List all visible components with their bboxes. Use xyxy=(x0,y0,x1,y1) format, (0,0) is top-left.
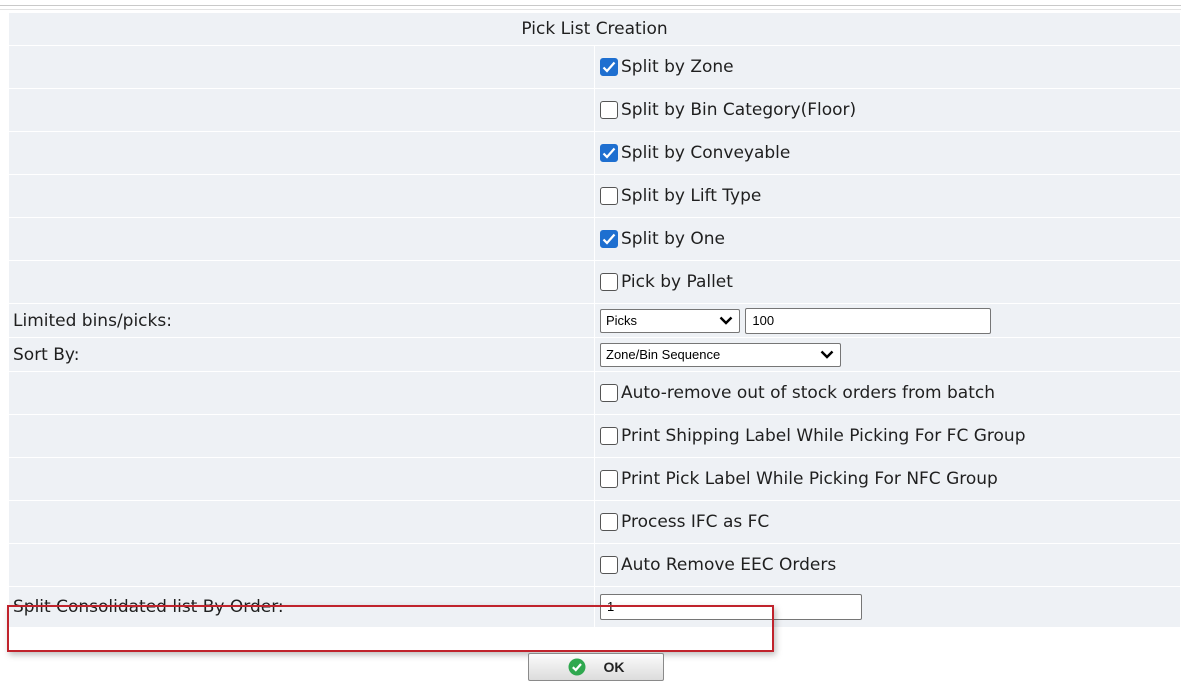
ok-button-label: OK xyxy=(603,659,625,675)
limited-type-select[interactable]: Picks xyxy=(600,308,740,333)
print-shipping-label-checkbox[interactable] xyxy=(600,427,618,445)
option-row: Process IFC as FC xyxy=(8,500,1181,544)
print-shipping-label-option[interactable]: Print Shipping Label While Picking For F… xyxy=(600,426,1180,446)
empty-label-cell xyxy=(8,371,595,415)
limited-label: Limited bins/picks: xyxy=(8,303,595,338)
auto-remove-out-of-stock-label: Auto-remove out of stock orders from bat… xyxy=(621,383,995,403)
split-by-one-option[interactable]: Split by One xyxy=(600,229,1180,249)
empty-label-cell xyxy=(8,457,595,501)
option-row: Split by Zone xyxy=(8,45,1181,89)
chevron-down-icon xyxy=(719,316,733,325)
limited-row: Limited bins/picks: Picks 100 xyxy=(8,303,1181,338)
title-row: Pick List Creation xyxy=(8,12,1181,46)
check-circle-icon xyxy=(568,658,586,676)
empty-label-cell xyxy=(8,174,595,218)
option-row: Split by One xyxy=(8,217,1181,261)
sort-by-value: Zone/Bin Sequence xyxy=(606,347,721,362)
split-by-bin-category-checkbox[interactable] xyxy=(600,101,618,119)
empty-label-cell xyxy=(8,260,595,304)
split-by-lift-type-option[interactable]: Split by Lift Type xyxy=(600,186,1180,206)
option-row: Split by Bin Category(Floor) xyxy=(8,88,1181,132)
auto-remove-eec-orders-checkbox[interactable] xyxy=(600,556,618,574)
split-by-zone-checkbox[interactable] xyxy=(600,58,618,76)
auto-remove-eec-orders-option[interactable]: Auto Remove EEC Orders xyxy=(600,555,1180,575)
option-row: Split by Conveyable xyxy=(8,131,1181,175)
top-divider xyxy=(0,5,1181,10)
auto-remove-out-of-stock-option[interactable]: Auto-remove out of stock orders from bat… xyxy=(600,383,1180,403)
option-row: Auto-remove out of stock orders from bat… xyxy=(8,371,1181,415)
option-row: Pick by Pallet xyxy=(8,260,1181,304)
sort-by-label: Sort By: xyxy=(8,337,595,372)
empty-label-cell xyxy=(8,543,595,587)
split-by-bin-category-option[interactable]: Split by Bin Category(Floor) xyxy=(600,100,1180,120)
print-pick-label-label: Print Pick Label While Picking For NFC G… xyxy=(621,469,998,489)
split-by-bin-category-label: Split by Bin Category(Floor) xyxy=(621,100,857,120)
process-ifc-as-fc-checkbox[interactable] xyxy=(600,513,618,531)
pick-list-form: Pick List Creation Split by Zone Split b… xyxy=(8,12,1181,628)
process-ifc-as-fc-option[interactable]: Process IFC as FC xyxy=(600,512,1180,532)
ok-button[interactable]: OK xyxy=(528,653,664,681)
split-by-zone-option[interactable]: Split by Zone xyxy=(600,57,1180,77)
split-by-conveyable-option[interactable]: Split by Conveyable xyxy=(600,143,1180,163)
empty-label-cell xyxy=(8,88,595,132)
option-row: Print Shipping Label While Picking For F… xyxy=(8,414,1181,458)
limited-count-input[interactable]: 100 xyxy=(745,307,992,334)
auto-remove-out-of-stock-checkbox[interactable] xyxy=(600,384,618,402)
split-by-zone-label: Split by Zone xyxy=(621,57,734,77)
split-by-conveyable-label: Split by Conveyable xyxy=(621,143,791,163)
option-row: Print Pick Label While Picking For NFC G… xyxy=(8,457,1181,501)
empty-label-cell xyxy=(8,500,595,544)
sort-row: Sort By: Zone/Bin Sequence xyxy=(8,337,1181,372)
split-consolidated-row: Split Consolidated list By Order: 1 xyxy=(8,586,1181,628)
empty-label-cell xyxy=(8,45,595,89)
pick-by-pallet-label: Pick by Pallet xyxy=(621,272,733,292)
limited-type-value: Picks xyxy=(606,313,638,328)
pick-by-pallet-checkbox[interactable] xyxy=(600,273,618,291)
empty-label-cell xyxy=(8,414,595,458)
print-shipping-label-label: Print Shipping Label While Picking For F… xyxy=(621,426,1026,446)
chevron-down-icon xyxy=(820,350,834,359)
page-title: Pick List Creation xyxy=(8,12,1181,46)
auto-remove-eec-orders-label: Auto Remove EEC Orders xyxy=(621,555,837,575)
split-by-lift-type-label: Split by Lift Type xyxy=(621,186,762,206)
pick-by-pallet-option[interactable]: Pick by Pallet xyxy=(600,272,1180,292)
split-consolidated-label: Split Consolidated list By Order: xyxy=(8,586,595,628)
print-pick-label-option[interactable]: Print Pick Label While Picking For NFC G… xyxy=(600,469,1180,489)
option-row: Auto Remove EEC Orders xyxy=(8,543,1181,587)
split-consolidated-input[interactable]: 1 xyxy=(600,594,862,620)
split-by-one-label: Split by One xyxy=(621,229,725,249)
option-row: Split by Lift Type xyxy=(8,174,1181,218)
process-ifc-as-fc-label: Process IFC as FC xyxy=(621,512,770,532)
split-by-one-checkbox[interactable] xyxy=(600,230,618,248)
empty-label-cell xyxy=(8,131,595,175)
empty-label-cell xyxy=(8,217,595,261)
sort-by-select[interactable]: Zone/Bin Sequence xyxy=(600,342,841,367)
split-by-lift-type-checkbox[interactable] xyxy=(600,187,618,205)
split-by-conveyable-checkbox[interactable] xyxy=(600,144,618,162)
print-pick-label-checkbox[interactable] xyxy=(600,470,618,488)
